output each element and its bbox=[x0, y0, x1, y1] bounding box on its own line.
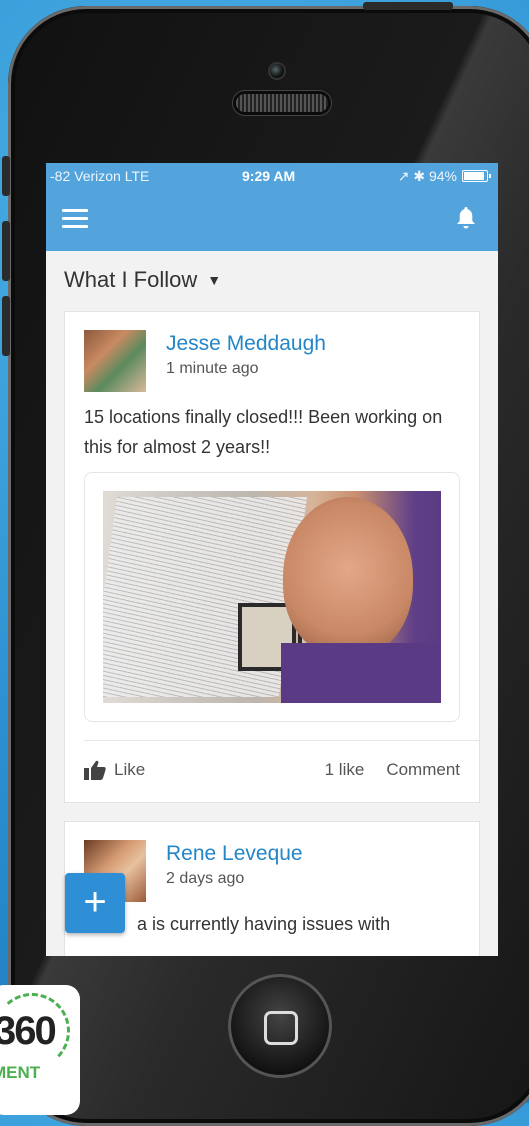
clock: 9:29 AM bbox=[242, 168, 296, 184]
post-author[interactable]: Jesse Meddaugh bbox=[166, 332, 326, 356]
post-attachment[interactable] bbox=[84, 472, 460, 722]
feed-filter-dropdown[interactable]: What I Follow ▼ bbox=[46, 251, 498, 293]
menu-icon[interactable] bbox=[62, 209, 88, 233]
post-actions: Like 1 like Comment bbox=[84, 760, 460, 780]
caret-down-icon: ▼ bbox=[207, 272, 222, 288]
post-card: Rene Leveque 2 days ago a is currently h… bbox=[64, 821, 480, 956]
mute-switch bbox=[2, 156, 10, 196]
brand-logo: 360 MENT bbox=[0, 985, 80, 1115]
home-button[interactable] bbox=[228, 974, 332, 1078]
status-bar: -82 Verizon LTE 9:29 AM ↗ ✱ 94% bbox=[46, 163, 498, 189]
post-body: a is currently having issues with bbox=[137, 914, 391, 934]
like-button[interactable]: Like bbox=[114, 760, 145, 780]
earpiece-speaker bbox=[236, 94, 328, 112]
like-count[interactable]: 1 like bbox=[325, 760, 365, 780]
logo-word: MENT bbox=[0, 1063, 41, 1082]
post-photo[interactable] bbox=[103, 491, 441, 703]
app-screen: -82 Verizon LTE 9:29 AM ↗ ✱ 94% What I F… bbox=[46, 163, 498, 956]
thumbs-up-icon[interactable] bbox=[84, 760, 106, 780]
post-timestamp: 1 minute ago bbox=[166, 360, 259, 377]
post-card: Jesse Meddaugh 1 minute ago 15 locations… bbox=[64, 311, 480, 803]
volume-up-button bbox=[2, 221, 10, 281]
status-indicators: ↗ ✱ 94% bbox=[397, 167, 457, 184]
comment-button[interactable]: Comment bbox=[386, 760, 460, 780]
feed-title: What I Follow bbox=[64, 267, 198, 292]
post-author[interactable]: Rene Leveque bbox=[166, 842, 303, 866]
divider bbox=[84, 740, 479, 741]
post-body: 15 locations finally closed!!! Been work… bbox=[84, 407, 443, 457]
bell-icon[interactable] bbox=[456, 207, 476, 235]
carrier-label: -82 Verizon LTE bbox=[50, 168, 150, 184]
home-square-icon bbox=[264, 1011, 298, 1045]
volume-down-button bbox=[2, 296, 10, 356]
avatar[interactable] bbox=[84, 330, 146, 392]
power-button bbox=[363, 2, 453, 10]
battery-icon bbox=[462, 170, 491, 182]
front-camera bbox=[270, 64, 284, 78]
nav-bar bbox=[46, 189, 498, 251]
logo-number: 360 bbox=[0, 1009, 57, 1053]
post-timestamp: 2 days ago bbox=[166, 870, 245, 887]
status-right: ↗ ✱ 94% bbox=[397, 167, 491, 185]
add-post-button[interactable]: + bbox=[65, 873, 125, 933]
